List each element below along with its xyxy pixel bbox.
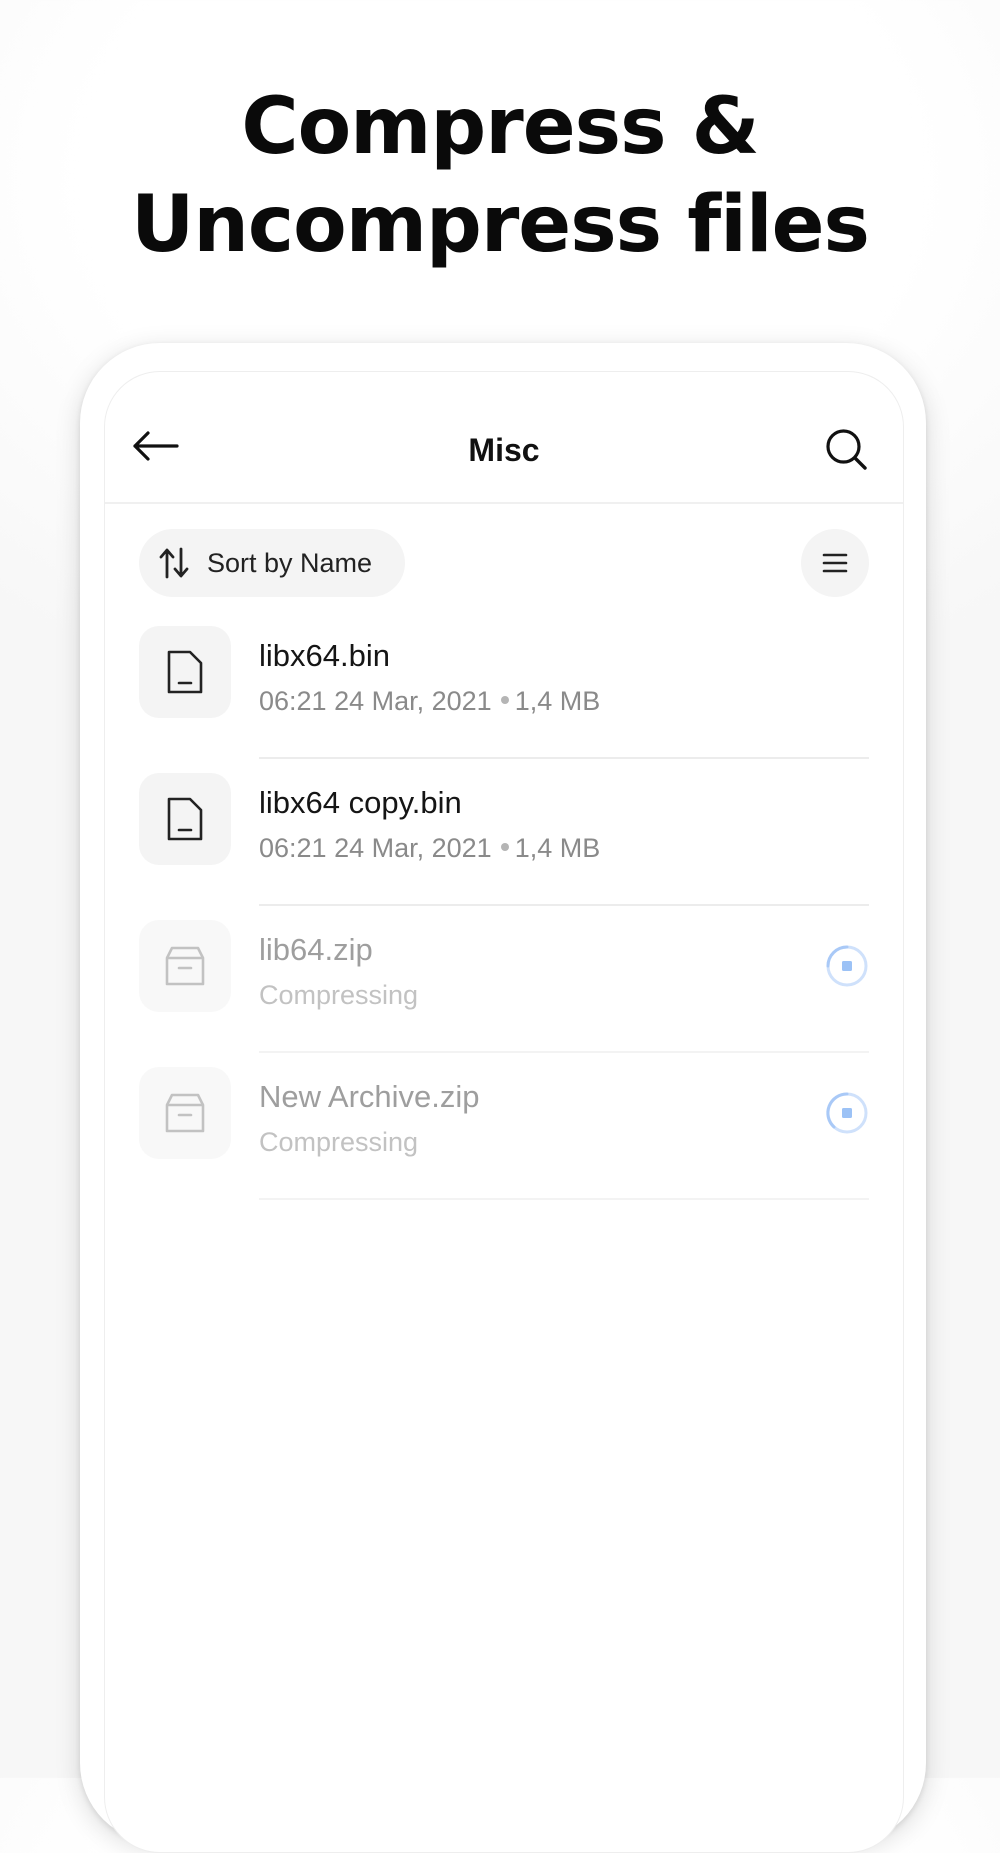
list-item[interactable]: lib64.zip Compressing [105,906,903,1053]
app-bar: Misc [105,372,903,504]
archive-icon [165,1093,205,1133]
progress-stop-icon[interactable] [825,944,869,988]
headline-line-1: Compress & [241,82,759,172]
headline-line-2: Uncompress files [131,180,870,270]
page-title: Misc [468,432,540,468]
file-thumbnail [139,773,231,865]
list-item[interactable]: New Archive.zip Compressing [105,1053,903,1200]
file-icon [167,797,203,841]
file-meta: 06:21 24 Mar, 2021 1,4 MB [259,833,600,864]
app-screen: Misc Sort by Name libx64.bin 06:21 24 Ma… [104,371,904,1853]
file-icon [167,650,203,694]
file-thumbnail [139,920,231,1012]
file-date: 06:21 24 Mar, 2021 [259,686,492,716]
file-thumbnail [139,1067,231,1159]
sort-label: Sort by Name [207,547,373,578]
file-size: 1,4 MB [514,833,601,863]
list-view-icon [822,553,848,573]
file-name: lib64.zip [259,932,373,967]
view-toggle-button[interactable] [801,529,869,597]
archive-icon [165,946,205,986]
file-meta: 06:21 24 Mar, 2021 1,4 MB [259,686,600,717]
sort-button[interactable]: Sort by Name [139,529,405,597]
progress-stop-icon[interactable] [825,1091,869,1135]
file-status: Compressing [259,1127,419,1157]
separator-dot [500,695,509,704]
file-list: libx64.bin 06:21 24 Mar, 2021 1,4 MB libx… [105,612,903,1200]
list-item[interactable]: libx64.bin 06:21 24 Mar, 2021 1,4 MB [105,612,903,759]
phone-frame: Misc Sort by Name libx64.bin 06:21 24 Ma… [80,343,926,1853]
file-thumbnail [139,626,231,718]
headline: Compress & Uncompress files [0,78,1000,274]
separator-dot [500,842,509,851]
file-size: 1,4 MB [514,686,601,716]
file-name: New Archive.zip [259,1079,480,1114]
list-item[interactable]: libx64 copy.bin 06:21 24 Mar, 2021 1,4 MB [105,759,903,906]
file-date: 06:21 24 Mar, 2021 [259,833,492,863]
sort-arrows-icon [159,547,189,579]
search-icon[interactable] [825,428,867,470]
file-status: Compressing [259,980,419,1010]
file-name: libx64.bin [259,638,390,673]
divider [259,1198,869,1200]
file-name: libx64 copy.bin [259,785,462,820]
